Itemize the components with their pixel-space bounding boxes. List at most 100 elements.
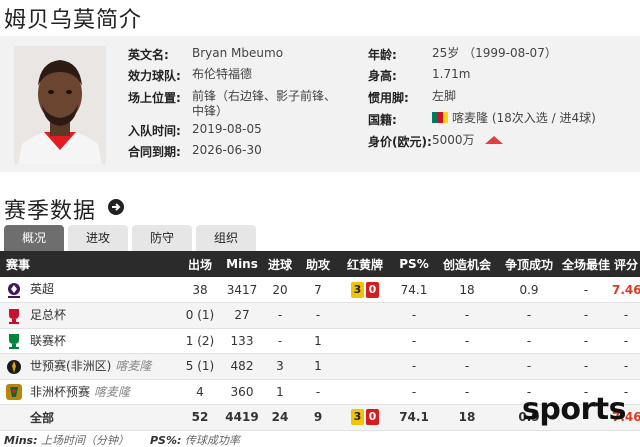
value-value: 5000万 — [432, 133, 503, 148]
motm-cell: - — [560, 328, 612, 354]
age-label: 年龄: — [368, 48, 397, 62]
joined-value: 2019-08-05 — [192, 122, 262, 136]
competition-cell: 英超 — [0, 277, 178, 303]
ps-cell: - — [392, 328, 436, 354]
height-value: 1.71m — [432, 67, 471, 81]
national-team-note: 喀麦隆 — [115, 359, 152, 373]
goals-cell: 24 — [262, 404, 298, 431]
apps-cell: 5 (1) — [178, 353, 222, 380]
rating-cell: - — [612, 328, 640, 354]
english-name-value: Bryan Mbeumo — [192, 46, 284, 60]
motm-cell: - — [560, 353, 612, 380]
foot-label: 惯用脚: — [368, 91, 409, 105]
chances-cell: 18 — [436, 277, 498, 303]
col-header-cards: 红黄牌 — [346, 257, 383, 272]
foot-value: 左脚 — [432, 89, 457, 103]
tab-attack[interactable]: 进攻 — [68, 225, 128, 251]
assists-cell: 7 — [298, 277, 338, 303]
motm-cell: - — [560, 277, 612, 303]
cards-cell — [338, 302, 392, 329]
cards-cell: 30 — [338, 277, 392, 303]
circle-arrow-right-icon[interactable] — [108, 199, 124, 215]
aerials-cell: - — [498, 328, 560, 354]
wc-qualifier-icon — [4, 358, 24, 376]
apps-cell: 4 — [178, 379, 222, 405]
competition-cell: 非洲杯预赛 喀麦隆 — [0, 379, 178, 405]
premier-league-icon — [4, 281, 24, 299]
table-row[interactable]: 足总杯 0 (1) 27 - - - - - - - — [0, 302, 640, 329]
table-footnote: Mins: 上场时间（分钟） PS%: 传球成功率 — [4, 434, 240, 447]
nation-label: 国籍: — [368, 113, 397, 127]
national-team-note: 喀麦隆 — [94, 384, 131, 399]
tab-defense[interactable]: 防守 — [132, 225, 192, 251]
player-photo — [14, 46, 106, 164]
page-title: 姆贝乌莫简介 — [4, 8, 143, 33]
height-label: 身高: — [368, 69, 397, 83]
fa-cup-icon — [4, 307, 24, 325]
goals-cell: - — [262, 328, 298, 354]
col-header-assists: 助攻 — [305, 257, 330, 272]
assists-cell: - — [298, 302, 338, 329]
chances-cell: - — [436, 379, 498, 405]
cards-cell — [338, 379, 392, 405]
assists-cell: 1 — [298, 328, 338, 354]
mins-cell: 3417 — [222, 277, 262, 303]
chances-cell: 18 — [436, 404, 498, 431]
apps-cell: 52 — [178, 404, 222, 431]
mins-cell: 133 — [222, 328, 262, 354]
age-value: 25岁 （1999-08-07） — [432, 46, 557, 60]
chances-cell: - — [436, 302, 498, 329]
player-profile-card: 英文名: Bryan Mbeumo 效力球队: 布伦特福德 场上位置: 前锋（右… — [0, 36, 640, 172]
table-row[interactable]: 英超 38 3417 20 7 30 74.1 18 0.9 - 7.46 — [0, 277, 640, 303]
mins-cell: 482 — [222, 353, 262, 380]
nation-value: 喀麦隆 (18次入选 / 进4球) — [432, 111, 596, 126]
yellow-card-count: 3 — [351, 409, 364, 426]
section-title: 赛季数据 — [4, 199, 97, 224]
col-header-chances: 创造机会 — [442, 257, 491, 272]
aerials-cell: - — [498, 353, 560, 380]
apps-cell: 0 (1) — [178, 302, 222, 329]
col-header-rating: 评分 — [613, 257, 638, 272]
table-row[interactable]: 联赛杯 1 (2) 133 - 1 - - - - - — [0, 328, 640, 354]
ps-cell: - — [392, 379, 436, 405]
yellow-card-count: 3 — [351, 281, 364, 298]
cards-cell — [338, 353, 392, 380]
rating-cell: 7.46 — [612, 277, 640, 303]
competition-cell: 世预赛(非洲区) 喀麦隆 — [0, 353, 178, 380]
table-row[interactable]: 世预赛(非洲区) 喀麦隆 5 (1) 482 3 1 - - - - - — [0, 353, 640, 380]
chances-cell: - — [436, 328, 498, 354]
club-value[interactable]: 布伦特福德 — [192, 67, 252, 82]
league-cup-icon — [4, 332, 24, 350]
apps-cell: 38 — [178, 277, 222, 303]
position-value-line1: 前锋（右边锋、影子前锋、 — [192, 89, 337, 103]
goals-cell: 20 — [262, 277, 298, 303]
aerials-cell: - — [498, 302, 560, 329]
club-label: 效力球队: — [128, 69, 181, 83]
col-header-goals: 进球 — [267, 257, 292, 272]
contract-label: 合同到期: — [128, 145, 181, 159]
assists-cell: 1 — [298, 353, 338, 380]
table-header-row: 赛事 出场 Mins 进球 助攻 红黄牌 PS% 创造机会 争顶成功 全场最佳 … — [0, 251, 640, 277]
tab-overview[interactable]: 概况 — [4, 225, 64, 251]
tab-organize[interactable]: 组织 — [196, 225, 256, 251]
joined-label: 入队时间: — [128, 124, 181, 138]
afcon-qualifier-icon — [4, 383, 24, 401]
position-label: 场上位置: — [128, 91, 181, 105]
goals-cell: 1 — [262, 379, 298, 405]
cameroon-flag-icon — [432, 112, 448, 123]
competition-cell: 全部 — [0, 404, 178, 431]
ps-cell: - — [392, 353, 436, 380]
position-value-line2: 中锋） — [192, 104, 229, 118]
cards-cell — [338, 328, 392, 354]
col-header-apps: 出场 — [187, 257, 212, 272]
rating-cell: - — [612, 302, 640, 329]
goals-cell: 3 — [262, 353, 298, 380]
contract-value: 2026-06-30 — [192, 143, 262, 157]
mins-cell: 27 — [222, 302, 262, 329]
mins-cell: 4419 — [222, 404, 262, 431]
value-label: 身价(欧元): — [368, 135, 432, 149]
col-header-competition: 赛事 — [6, 257, 31, 272]
ps-cell: 74.1 — [392, 404, 436, 431]
english-name-label: 英文名: — [128, 48, 169, 62]
ps-cell: 74.1 — [392, 277, 436, 303]
